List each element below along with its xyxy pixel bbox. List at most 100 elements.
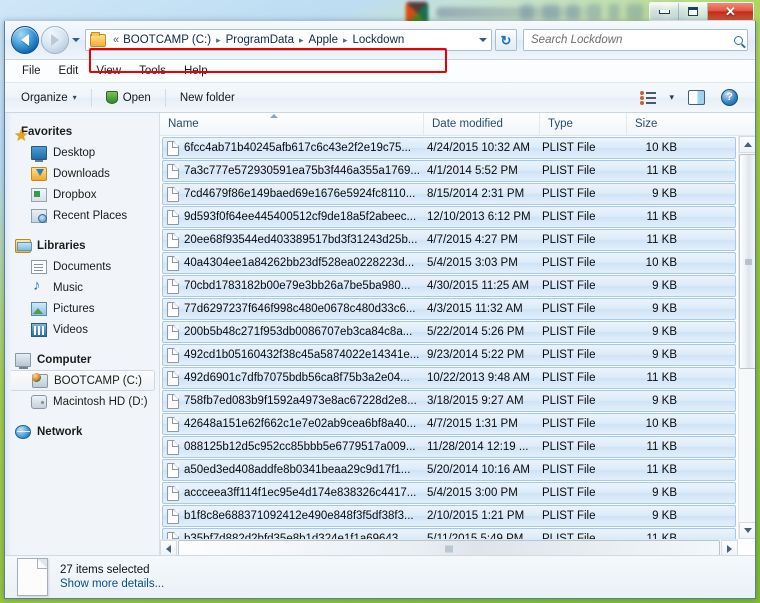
cell-date-modified: 10/22/2013 9:48 AM bbox=[422, 372, 537, 384]
table-row[interactable]: b35bf7d882d2bfd35e8b1d324e1f1a69643...5/… bbox=[162, 528, 736, 539]
table-row[interactable]: 70cbd1783182b00e79e3bb26a7be5ba980...4/3… bbox=[162, 275, 736, 297]
table-row[interactable]: 6fcc4ab71b40245afb617c6c43e2f2e19c75...4… bbox=[162, 137, 736, 159]
table-row[interactable]: 42648a151e62f662c1e7e02ab9cea6bf8a40...4… bbox=[162, 413, 736, 435]
sidebar-item-computer[interactable]: Computer bbox=[5, 349, 159, 370]
sidebar-item-dropbox[interactable]: Dropbox bbox=[5, 184, 159, 205]
scroll-right-button[interactable] bbox=[721, 540, 738, 556]
sidebar-item-network[interactable]: Network bbox=[5, 421, 159, 442]
table-row[interactable]: 492d6901c7dfb7075bdb56ca8f75b3a2e04...10… bbox=[162, 367, 736, 389]
sidebar-item-libraries[interactable]: Libraries bbox=[5, 235, 159, 256]
help-button[interactable]: ? bbox=[714, 84, 745, 111]
plist-file-icon bbox=[167, 394, 179, 409]
table-row[interactable]: 492cd1b05160432f38c45a5874022e14341e...9… bbox=[162, 344, 736, 366]
column-header-type[interactable]: Type bbox=[539, 113, 626, 135]
minimize-button[interactable] bbox=[650, 3, 679, 20]
preview-pane-button[interactable] bbox=[681, 85, 712, 110]
sidebar-item-videos[interactable]: Videos bbox=[5, 319, 159, 340]
vertical-scrollbar[interactable] bbox=[738, 136, 755, 539]
scroll-up-button[interactable] bbox=[739, 136, 755, 153]
search-icon[interactable] bbox=[734, 36, 743, 45]
menu-view[interactable]: View bbox=[87, 62, 130, 80]
table-row[interactable]: 7a3c777e572930591ea75b3f446a355a1769...4… bbox=[162, 160, 736, 182]
file-name-label: 9d593f0f64ee445400512cf9de18a5f2abeec... bbox=[184, 211, 416, 223]
table-row[interactable]: 77d6297237f646f998c480e0678c480d33c6...4… bbox=[162, 298, 736, 320]
table-row[interactable]: accceea3ff114f1ec95e4d174e838326c4417...… bbox=[162, 482, 736, 504]
organize-button[interactable]: Organize ▾ bbox=[11, 87, 87, 109]
cell-date-modified: 8/15/2014 2:31 PM bbox=[422, 188, 537, 200]
show-more-details-link[interactable]: Show more details... bbox=[60, 578, 164, 590]
column-header-size[interactable]: Size bbox=[626, 113, 688, 135]
sidebar-item-pictures[interactable]: Pictures bbox=[5, 298, 159, 319]
change-view-button[interactable] bbox=[634, 86, 662, 110]
new-folder-button[interactable]: New folder bbox=[170, 87, 245, 109]
computer-icon bbox=[15, 353, 31, 367]
maximize-button[interactable] bbox=[679, 3, 708, 20]
cell-size: 9 KB bbox=[623, 395, 685, 407]
table-row[interactable]: a50ed3ed408addfe8b0341beaa29c9d17f1...5/… bbox=[162, 459, 736, 481]
breadcrumb-item-apple[interactable]: Apple bbox=[305, 33, 342, 47]
sidebar-item-recent-places[interactable]: Recent Places bbox=[5, 205, 159, 226]
table-row[interactable]: 088125b12d5c952cc85bbb5e6779517a009...11… bbox=[162, 436, 736, 458]
horizontal-scrollbar[interactable] bbox=[160, 539, 738, 556]
nav-group-libraries: Libraries Documents Music Pictures Video… bbox=[5, 235, 159, 340]
table-row[interactable]: 200b5b48c271f953db0086707eb3ca84c8a...5/… bbox=[162, 321, 736, 343]
open-button[interactable]: Open bbox=[96, 86, 161, 109]
refresh-button[interactable]: ↻ bbox=[495, 29, 517, 51]
sidebar-item-documents[interactable]: Documents bbox=[5, 256, 159, 277]
chevron-down-icon bbox=[744, 528, 752, 533]
table-row[interactable]: 758fb7ed083b9f1592a4973e8ac67228d2e8...3… bbox=[162, 390, 736, 412]
plist-file-icon bbox=[167, 463, 179, 478]
sidebar-item-desktop[interactable]: Desktop bbox=[5, 142, 159, 163]
plist-file-icon bbox=[167, 164, 179, 179]
scroll-down-button[interactable] bbox=[739, 522, 755, 539]
file-rows[interactable]: 6fcc4ab71b40245afb617c6c43e2f2e19c75... 4… bbox=[160, 136, 738, 539]
cell-name: 42648a151e62f662c1e7e02ab9cea6bf8a40... bbox=[163, 417, 422, 432]
sidebar-item-bootcamp-c[interactable]: BOOTCAMP (C:) bbox=[9, 370, 155, 391]
breadcrumb-item-programdata[interactable]: ProgramData bbox=[222, 33, 298, 47]
bootcamp-drive-icon bbox=[32, 374, 48, 388]
menu-help[interactable]: Help bbox=[175, 62, 217, 80]
horizontal-scroll-thumb[interactable] bbox=[178, 540, 720, 556]
breadcrumb-item-lockdown[interactable]: Lockdown bbox=[349, 33, 409, 47]
column-header-date-modified[interactable]: Date modified bbox=[423, 113, 539, 135]
change-view-dropdown[interactable]: ▾ bbox=[664, 87, 679, 108]
close-button[interactable]: ✕ bbox=[708, 3, 753, 20]
breadcrumb-item-bootcamp[interactable]: BOOTCAMP (C:) bbox=[119, 33, 215, 47]
sidebar-item-music[interactable]: Music bbox=[5, 277, 159, 298]
search-input[interactable] bbox=[531, 34, 734, 46]
scroll-left-button[interactable] bbox=[160, 540, 177, 556]
table-row[interactable]: 40a4304ee1a84262bb23df528ea0228223d...5/… bbox=[162, 252, 736, 274]
cell-size: 11 KB bbox=[623, 372, 685, 384]
cell-size: 9 KB bbox=[623, 280, 685, 292]
table-row[interactable]: 20ee68f93544ed403389517bd3f31243d25b...4… bbox=[162, 229, 736, 251]
address-dropdown-button[interactable] bbox=[475, 38, 491, 42]
address-bar[interactable]: « BOOTCAMP (C:) ▸ ProgramData ▸ Apple ▸ … bbox=[85, 29, 492, 51]
cell-type: PLIST File bbox=[537, 257, 623, 269]
cell-size: 11 KB bbox=[623, 234, 685, 246]
vertical-scroll-thumb[interactable] bbox=[739, 154, 755, 369]
cell-type: PLIST File bbox=[537, 303, 623, 315]
recent-pages-button[interactable] bbox=[69, 26, 83, 54]
forward-button[interactable] bbox=[41, 26, 69, 54]
navigation-pane-scroll-edge[interactable] bbox=[5, 113, 11, 556]
table-row[interactable]: 9d593f0f64ee445400512cf9de18a5f2abeec...… bbox=[162, 206, 736, 228]
breadcrumb[interactable]: « BOOTCAMP (C:) ▸ ProgramData ▸ Apple ▸ … bbox=[110, 30, 475, 50]
sidebar-item-downloads[interactable]: Downloads bbox=[5, 163, 159, 184]
breadcrumb-overflow-icon[interactable]: « bbox=[110, 34, 119, 46]
menu-edit[interactable]: Edit bbox=[50, 62, 88, 80]
menu-file[interactable]: File bbox=[13, 62, 50, 80]
back-button[interactable] bbox=[11, 26, 39, 54]
menu-tools[interactable]: Tools bbox=[130, 62, 175, 80]
music-icon bbox=[31, 281, 47, 295]
cell-name: 70cbd1783182b00e79e3bb26a7be5ba980... bbox=[163, 279, 422, 294]
content-area: Favorites Desktop Downloads Dropbox Rece… bbox=[5, 113, 755, 556]
file-name-label: 20ee68f93544ed403389517bd3f31243d25b... bbox=[184, 234, 417, 246]
search-box[interactable] bbox=[523, 29, 748, 51]
file-name-label: 6fcc4ab71b40245afb617c6c43e2f2e19c75... bbox=[184, 142, 411, 154]
table-row[interactable]: 7cd4679f86e149baed69e1676e5924fc8110...8… bbox=[162, 183, 736, 205]
column-header-name[interactable]: Name bbox=[160, 113, 423, 135]
table-row[interactable]: b1f8c8e688371092412e490e848f3f5df38f3...… bbox=[162, 505, 736, 527]
sidebar-item-favorites[interactable]: Favorites bbox=[5, 121, 159, 142]
window-caption-buttons[interactable]: ✕ bbox=[649, 2, 754, 21]
sidebar-item-macintosh-hd-d[interactable]: Macintosh HD (D:) bbox=[5, 391, 159, 412]
